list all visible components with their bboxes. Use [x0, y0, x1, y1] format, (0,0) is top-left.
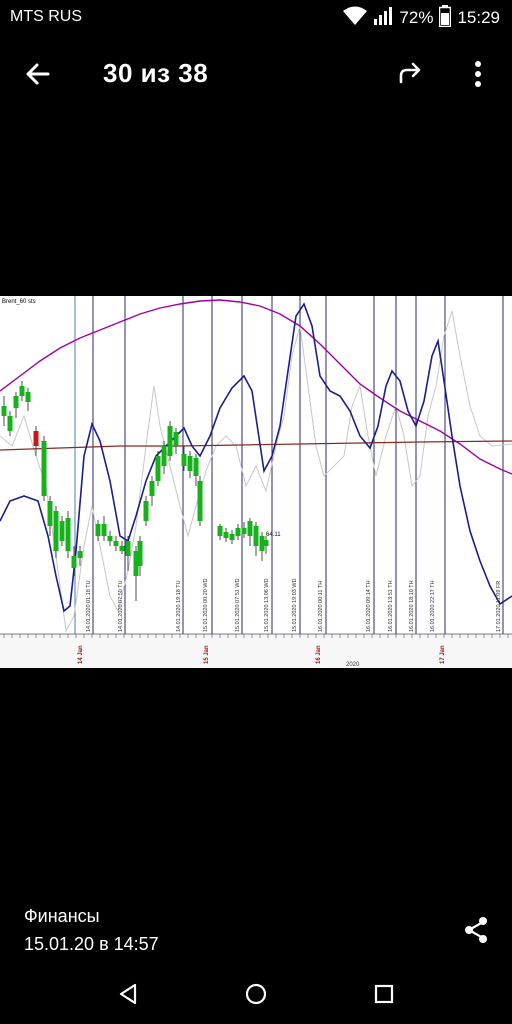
forward-button[interactable] [388, 52, 432, 96]
battery-icon [439, 4, 452, 32]
candle-body [25, 392, 31, 402]
candle-body [181, 454, 187, 466]
candle-body [47, 501, 53, 526]
candle-body [161, 446, 167, 466]
session-time-label: 15.01.2020 13:06 WD [264, 578, 270, 632]
nav-back-icon [119, 983, 137, 1005]
album-name: Финансы [24, 906, 100, 926]
share-button[interactable] [454, 908, 498, 952]
trading-chart-image: 64.11 Brent_60 sts 14.01.2020 01:18 TU 14… [0, 296, 512, 668]
year-label: 2020 [346, 662, 360, 668]
candle-body [229, 534, 235, 540]
session-time-label: 15.01.2020 19:03 WD [292, 578, 298, 632]
candle-body [19, 386, 25, 396]
candle-body [59, 521, 65, 541]
status-icons: 72% 15:29 [343, 4, 500, 32]
candle-body [235, 528, 241, 536]
candle-body [33, 431, 39, 446]
session-time-label: 15.01.2020 07:51 WD [235, 578, 241, 632]
candle-body [101, 524, 107, 536]
symbol-label: Brent_60 sts [2, 299, 36, 305]
session-time-label: 14.01.2020 07:50 TU [118, 580, 124, 632]
candle-body [187, 456, 193, 471]
candle-body [247, 521, 253, 536]
candle-body [173, 432, 179, 446]
photo-image[interactable]: 64.11 Brent_60 sts 14.01.2020 01:18 TU 14… [0, 296, 512, 668]
nav-recents-button[interactable] [362, 972, 406, 1016]
photo-counter: 30 из 38 [103, 58, 209, 88]
session-time-label: 17.01.2020 11:09 FR [496, 581, 502, 632]
more-vert-icon [475, 61, 481, 87]
candle-body [77, 551, 83, 558]
nav-home-button[interactable] [234, 972, 278, 1016]
status-bar: MTS RUS 72% 15:29 [0, 0, 512, 36]
nav-back-button[interactable] [106, 972, 150, 1016]
nav-home-icon [245, 983, 267, 1005]
photo-date: 15.01.20 в 14:57 [24, 934, 159, 954]
candle-body [155, 456, 161, 481]
nav-recents-icon [374, 984, 394, 1004]
candle-body [217, 526, 223, 536]
clock: 15:29 [457, 8, 500, 27]
candle-body [193, 458, 199, 476]
session-time-label: 16.01.2020 09:14 TH [366, 580, 372, 632]
candle-body [65, 518, 71, 551]
session-time-label: 14.01.2020 19:18 TU [176, 580, 182, 632]
candle-body [13, 396, 19, 408]
candle-body [253, 526, 259, 546]
candle-body [119, 546, 125, 551]
candle-body [95, 524, 101, 536]
more-options-button[interactable] [456, 52, 500, 96]
date-label: 17 Jan [440, 645, 446, 664]
candle-body [149, 481, 155, 496]
date-label: 15 Jan [204, 645, 210, 664]
price-label: 64.11 [266, 532, 281, 538]
session-time-label: 16.01.2020 18:10 TH [409, 580, 415, 632]
candle-body [71, 556, 77, 568]
carrier-label: MTS RUS [10, 8, 82, 25]
candle-body [1, 406, 7, 416]
session-time-label: 15.01.2020 00:20 WD [203, 578, 209, 632]
date-label: 14 Jan [78, 645, 84, 664]
candle-body [167, 426, 173, 456]
back-arrow-icon [26, 63, 50, 85]
session-time-label: 16.01.2020 13:51 TH [388, 580, 394, 632]
date-label: 16 Jan [316, 645, 322, 664]
candle-body [125, 541, 131, 556]
wifi-icon [343, 6, 368, 31]
candle-body [41, 441, 47, 496]
candle-body [241, 528, 247, 534]
candle-body [223, 532, 229, 538]
candle-body [197, 481, 203, 521]
candle-body [107, 536, 113, 541]
candle-body [143, 501, 149, 521]
share-forward-icon [399, 62, 421, 84]
candle-body [137, 541, 143, 566]
candle-body [53, 511, 59, 551]
share-icon [465, 917, 487, 943]
candle-body [263, 540, 269, 546]
signal-icon [373, 6, 393, 31]
session-time-label: 16.01.2020 22:17 TH [430, 580, 436, 632]
candle-body [113, 541, 119, 546]
battery-percent: 72% [399, 8, 434, 27]
session-time-label: 14.01.2020 01:18 TU [86, 580, 92, 632]
candle-body [7, 416, 13, 431]
back-button[interactable] [16, 52, 60, 96]
session-time-label: 16.01.2020 00:11 TH [318, 581, 324, 632]
